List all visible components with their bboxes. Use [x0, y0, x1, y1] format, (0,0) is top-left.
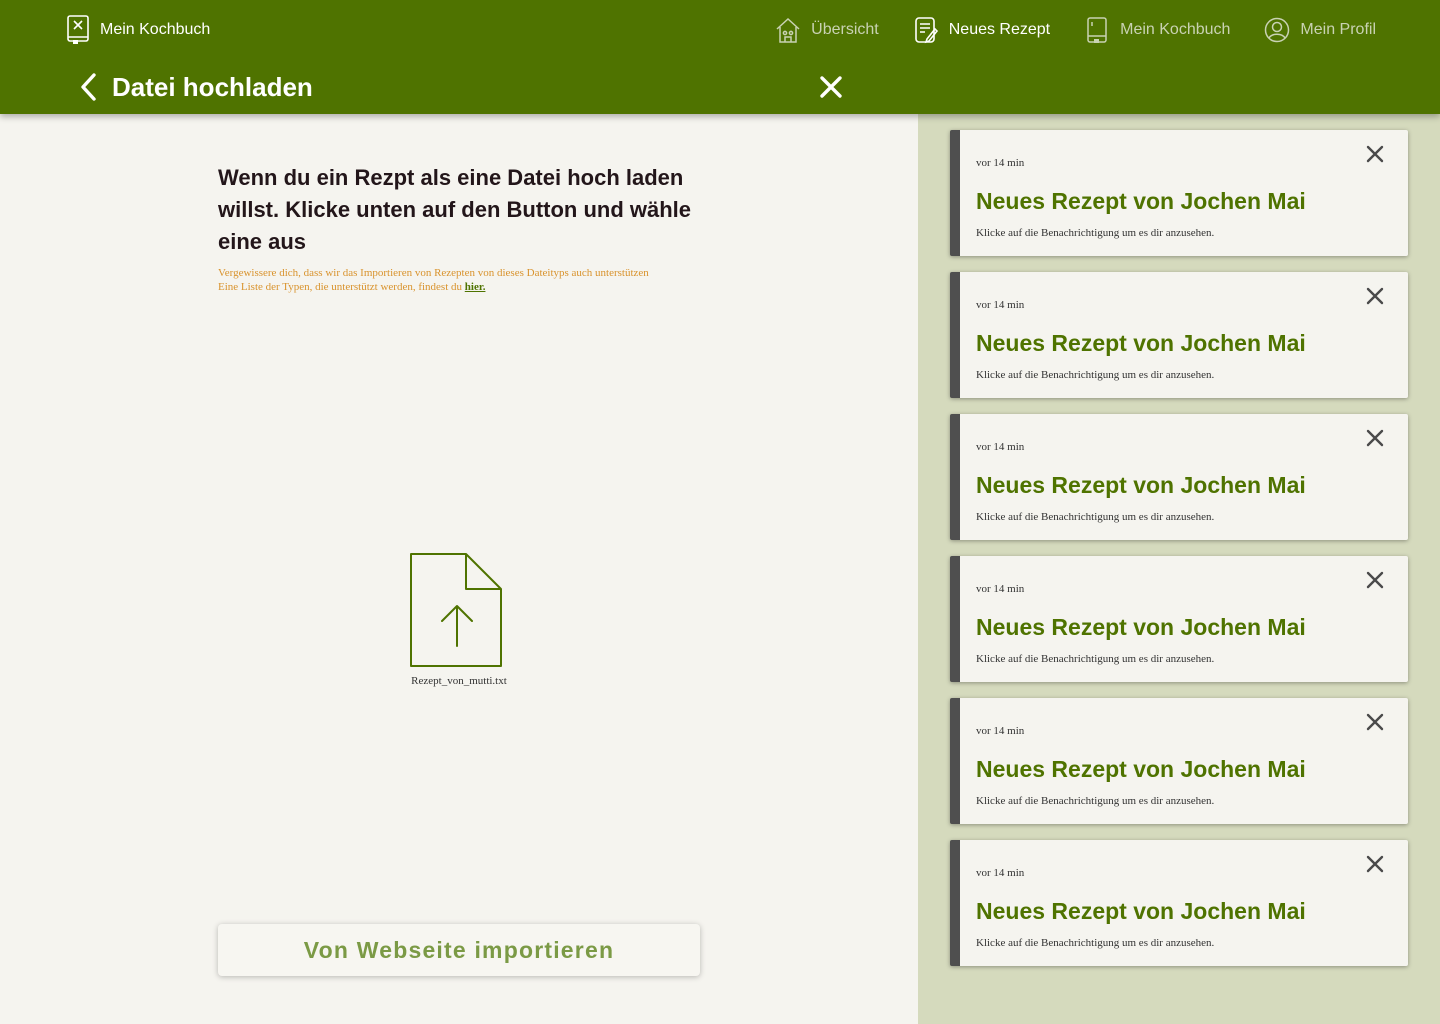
upload-area: Wenn du ein Rezpt als eine Datei hoch la…	[0, 114, 918, 1024]
nav-item-label: Neues Rezept	[948, 21, 1051, 38]
main-nav: Übersicht Neues Rezept Mein Kochbuch Mei…	[775, 14, 1376, 46]
hint-line-2: Eine Liste der Typen, die unterstützt we…	[218, 281, 465, 293]
notification-time: vor 14 min	[976, 725, 1025, 737]
close-icon[interactable]	[818, 74, 844, 100]
close-icon[interactable]	[1366, 287, 1384, 305]
notification-text: Klicke auf die Benachrichtigung um es di…	[976, 653, 1215, 665]
notification-title: Neues Rezept von Jochen Mai	[976, 188, 1306, 214]
brand-label: Mein Kochbuch	[100, 21, 211, 38]
file-type-hint: Vergewissere dich, dass wir das Importie…	[218, 266, 688, 294]
notification-card[interactable]: vor 14 min Neues Rezept von Jochen Mai K…	[950, 698, 1408, 824]
page-title: Datei hochladen	[112, 71, 313, 102]
notification-card[interactable]: vor 14 min Neues Rezept von Jochen Mai K…	[950, 272, 1408, 398]
close-icon[interactable]	[1366, 713, 1384, 731]
import-from-website-button[interactable]: Von Webseite importieren	[218, 924, 700, 976]
nav-item-mein-profil[interactable]: Mein Profil	[1264, 14, 1376, 46]
close-icon[interactable]	[1366, 145, 1384, 163]
nav-item-neues-rezept[interactable]: Neues Rezept	[913, 14, 1050, 46]
supported-types-link[interactable]: hier.	[465, 281, 486, 293]
notification-title: Neues Rezept von Jochen Mai	[976, 756, 1306, 782]
profile-icon	[1265, 17, 1290, 43]
notification-card[interactable]: vor 14 min Neues Rezept von Jochen Mai K…	[950, 556, 1408, 682]
upload-heading: Wenn du ein Rezpt als eine Datei hoch la…	[218, 165, 692, 254]
notification-time: vor 14 min	[976, 867, 1025, 879]
file-name: Rezept_von_mutti.txt	[411, 675, 507, 687]
notification-text: Klicke auf die Benachrichtigung um es di…	[976, 227, 1215, 239]
notification-card[interactable]: vor 14 min Neues Rezept von Jochen Mai K…	[950, 414, 1408, 540]
nav-item-uebersicht[interactable]: Übersicht	[775, 14, 879, 46]
close-icon[interactable]	[1366, 855, 1384, 873]
notification-text: Klicke auf die Benachrichtigung um es di…	[976, 369, 1215, 381]
notification-title: Neues Rezept von Jochen Mai	[976, 614, 1306, 640]
back-button[interactable]	[78, 72, 100, 102]
page-title-row: Datei hochladen	[78, 68, 313, 106]
nav-item-label: Übersicht	[811, 21, 879, 38]
notification-title: Neues Rezept von Jochen Mai	[976, 330, 1306, 356]
notification-time: vor 14 min	[976, 583, 1025, 595]
notification-card[interactable]: vor 14 min Neues Rezept von Jochen Mai K…	[950, 840, 1408, 966]
nav-item-label: Mein Kochbuch	[1120, 21, 1231, 38]
hint-line-1: Vergewissere dich, dass wir das Importie…	[218, 267, 649, 279]
notification-card[interactable]: vor 14 min Neues Rezept von Jochen Mai K…	[950, 130, 1408, 256]
home-icon	[776, 17, 800, 43]
notification-title: Neues Rezept von Jochen Mai	[976, 898, 1306, 924]
app-header: Mein Kochbuch Übersicht Neues Rezept Mei…	[0, 0, 1440, 114]
brand[interactable]: Mein Kochbuch	[66, 14, 210, 46]
notification-text: Klicke auf die Benachrichtigung um es di…	[976, 511, 1215, 523]
chevron-left-icon	[81, 73, 96, 101]
nav-item-label: Mein Profil	[1300, 21, 1376, 38]
notification-text: Klicke auf die Benachrichtigung um es di…	[976, 937, 1215, 949]
notification-text: Klicke auf die Benachrichtigung um es di…	[976, 795, 1215, 807]
notification-panel: vor 14 min Neues Rezept von Jochen Mai K…	[918, 114, 1440, 1024]
cookbook-icon	[1087, 17, 1107, 43]
cookbook-logo-icon	[67, 15, 89, 44]
notification-time: vor 14 min	[976, 299, 1025, 311]
close-icon[interactable]	[1366, 571, 1384, 589]
notification-time: vor 14 min	[976, 157, 1025, 169]
file-upload-icon[interactable]	[408, 552, 504, 670]
notification-title: Neues Rezept von Jochen Mai	[976, 472, 1306, 498]
close-icon[interactable]	[1366, 429, 1384, 447]
nav-item-mein-kochbuch[interactable]: Mein Kochbuch	[1084, 14, 1230, 46]
new-recipe-icon	[914, 17, 938, 44]
notification-time: vor 14 min	[976, 441, 1025, 453]
